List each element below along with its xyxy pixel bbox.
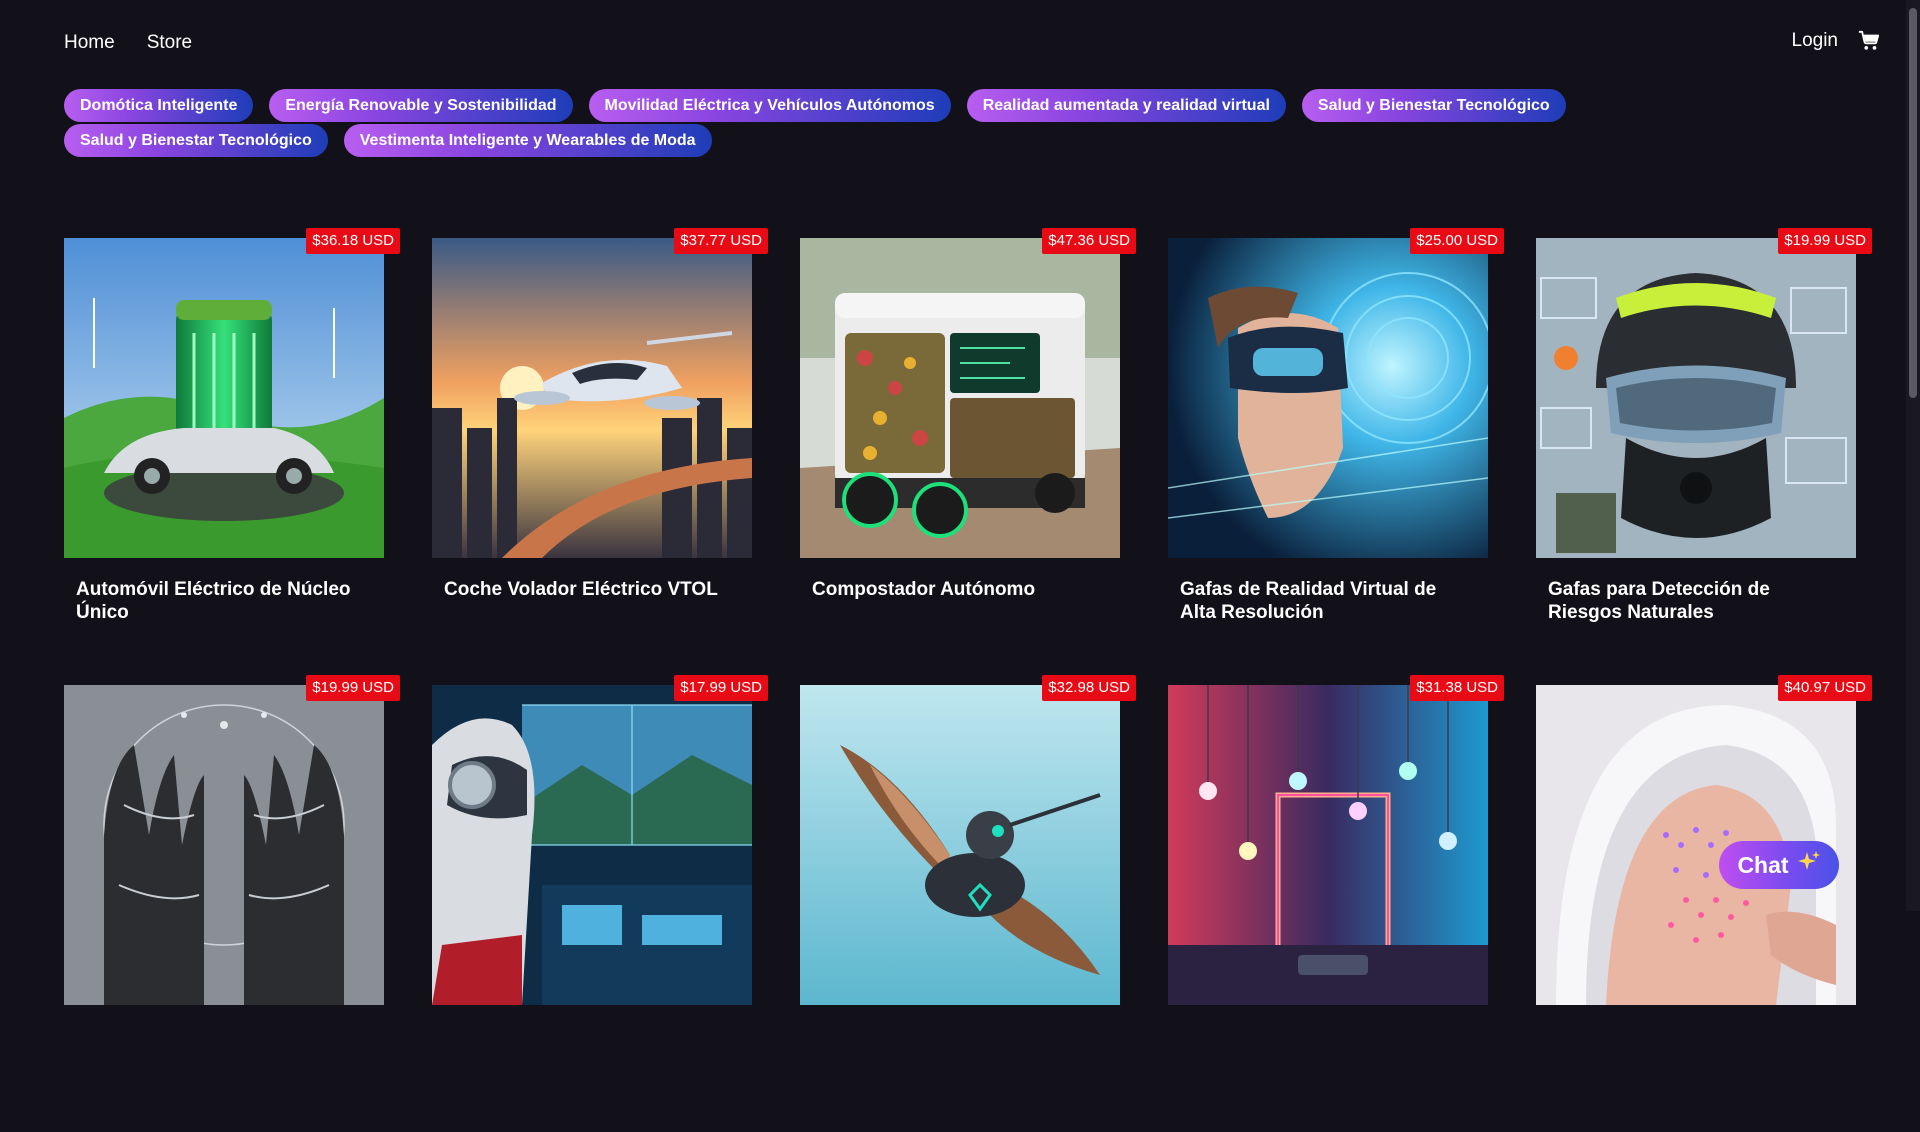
top-navigation-bar: Home Store Login bbox=[0, 0, 1920, 88]
price-badge: $19.99 USD bbox=[1778, 228, 1872, 254]
product-card[interactable]: $37.77 USD Coche Volador Eléctrico VTOL bbox=[432, 228, 768, 685]
product-image[interactable] bbox=[432, 238, 752, 558]
product-image[interactable] bbox=[1536, 238, 1856, 558]
category-chip[interactable]: Movilidad Eléctrica y Vehículos Autónomo… bbox=[588, 89, 951, 122]
price-badge: $25.00 USD bbox=[1410, 228, 1504, 254]
account-nav: Login bbox=[1792, 30, 1881, 52]
category-chip[interactable]: Salud y Bienestar Tecnológico bbox=[1301, 89, 1566, 122]
price-badge: $47.36 USD bbox=[1042, 228, 1136, 254]
category-chip[interactable]: Energía Renovable y Sostenibilidad bbox=[269, 89, 573, 122]
category-chip[interactable]: Salud y Bienestar Tecnológico bbox=[64, 124, 328, 157]
product-card[interactable]: $17.99 USD bbox=[432, 675, 768, 1132]
product-card[interactable]: $19.99 USD bbox=[64, 675, 400, 1132]
product-title[interactable]: Compostador Autónomo bbox=[800, 578, 1120, 601]
product-card[interactable]: $32.98 USD bbox=[800, 675, 1136, 1132]
price-badge: $31.38 USD bbox=[1410, 675, 1504, 701]
chat-label: Chat bbox=[1737, 851, 1789, 878]
product-image[interactable] bbox=[1168, 238, 1488, 558]
cart-icon[interactable] bbox=[1858, 30, 1880, 52]
product-title[interactable]: Automóvil Eléctrico de Núcleo Único bbox=[64, 578, 384, 624]
nav-store-link[interactable]: Store bbox=[147, 32, 192, 54]
product-title[interactable]: Coche Volador Eléctrico VTOL bbox=[432, 578, 752, 601]
category-filter-list: Domótica Inteligente Energía Renovable y… bbox=[64, 89, 1784, 157]
category-chip[interactable]: Domótica Inteligente bbox=[64, 89, 254, 122]
product-title[interactable]: Gafas para Detección de Riesgos Naturale… bbox=[1536, 578, 1856, 624]
price-badge: $32.98 USD bbox=[1042, 675, 1136, 701]
category-chip[interactable]: Vestimenta Inteligente y Wearables de Mo… bbox=[343, 124, 712, 157]
product-image[interactable] bbox=[64, 685, 384, 1005]
chat-button[interactable]: Chat bbox=[1719, 841, 1839, 889]
product-image[interactable] bbox=[432, 685, 752, 1005]
price-badge: $17.99 USD bbox=[674, 675, 768, 701]
product-card[interactable]: $31.38 USD bbox=[1168, 675, 1504, 1132]
product-image[interactable] bbox=[800, 685, 1120, 1005]
nav-home-link[interactable]: Home bbox=[64, 32, 115, 54]
main-nav: Home Store bbox=[64, 32, 192, 54]
login-link[interactable]: Login bbox=[1792, 30, 1839, 52]
category-chip[interactable]: Realidad aumentada y realidad virtual bbox=[966, 89, 1286, 122]
product-image[interactable] bbox=[800, 238, 1120, 558]
product-grid: $36.18 USD Automóvil Eléctrico de Núcleo… bbox=[64, 228, 1872, 1132]
price-badge: $19.99 USD bbox=[306, 675, 400, 701]
page-scrollbar[interactable] bbox=[1906, 0, 1920, 911]
product-card[interactable]: $40.97 USD bbox=[1536, 675, 1872, 1132]
price-badge: $36.18 USD bbox=[306, 228, 400, 254]
product-card[interactable]: $47.36 USD Compostador Autónomo bbox=[800, 228, 1136, 685]
price-badge: $37.77 USD bbox=[674, 228, 768, 254]
product-image[interactable] bbox=[64, 238, 384, 558]
product-card[interactable]: $25.00 USD Gafas de Realidad Virtual de … bbox=[1168, 228, 1504, 685]
scrollbar-thumb[interactable] bbox=[1909, 8, 1917, 398]
product-card[interactable]: $36.18 USD Automóvil Eléctrico de Núcleo… bbox=[64, 228, 400, 685]
price-badge: $40.97 USD bbox=[1778, 675, 1872, 701]
product-card[interactable]: $19.99 USD Gafas para Detección de Riesg… bbox=[1536, 228, 1872, 685]
product-title[interactable]: Gafas de Realidad Virtual de Alta Resolu… bbox=[1168, 578, 1488, 624]
product-image[interactable] bbox=[1168, 685, 1488, 1005]
sparkles-icon bbox=[1797, 850, 1821, 880]
